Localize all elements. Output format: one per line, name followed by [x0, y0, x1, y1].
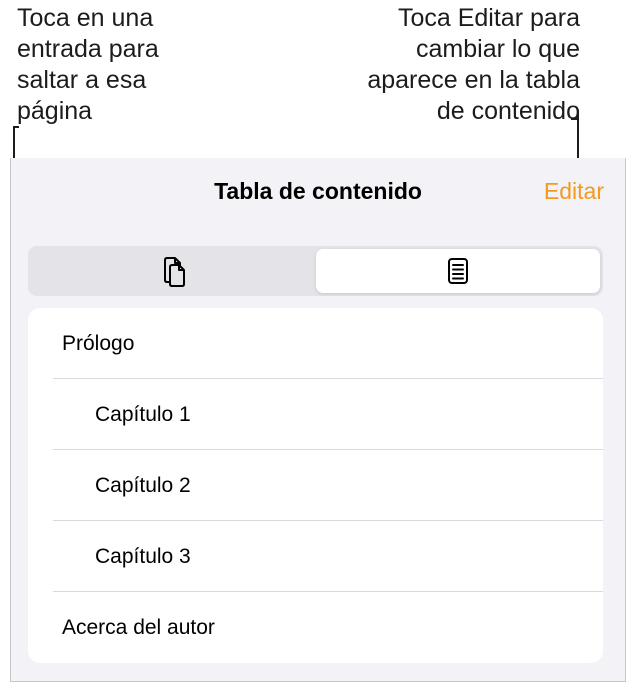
toc-entry-capitulo-1[interactable]: Capítulo 1: [28, 379, 603, 450]
callout-entry-tap: Toca en una entrada para saltar a esa pá…: [17, 3, 257, 127]
toc-panel: Tabla de contenido Editar Prólogo Capítu…: [10, 158, 626, 682]
callout-right-line-2: cambiar lo que: [416, 35, 580, 63]
table-of-contents-icon: [448, 258, 468, 284]
toc-entry-label: Capítulo 1: [95, 402, 191, 426]
toc-entry-acerca-del-autor[interactable]: Acerca del autor: [28, 592, 603, 663]
toc-entry-prologo[interactable]: Prólogo: [28, 308, 603, 379]
edit-button[interactable]: Editar: [544, 176, 604, 206]
callout-edit-tap: Toca Editar para cambiar lo que aparece …: [280, 3, 580, 127]
toc-entry-label: Capítulo 2: [95, 473, 191, 497]
callout-right-line-1: Toca Editar para: [397, 4, 580, 32]
toc-entry-label: Capítulo 3: [95, 544, 191, 568]
callout-right-line-4: de contenido: [436, 97, 580, 125]
page-thumbnails-icon: [164, 257, 185, 287]
toc-entry-label: Acerca del autor: [62, 615, 215, 639]
view-segmented-control: [28, 246, 603, 296]
callout-left-leader-tick: [13, 126, 19, 128]
callout-right-leader-tick: [571, 118, 579, 120]
panel-title: Tabla de contenido: [214, 178, 422, 204]
callout-left-line-3: saltar a esa: [17, 66, 147, 94]
callout-right-line-3: aparece en la tabla: [367, 66, 580, 94]
toc-entry-label: Prólogo: [62, 331, 135, 355]
callout-left-line-4: página: [17, 97, 93, 125]
callout-left-line-1: Toca en una: [17, 4, 154, 32]
toc-entry-capitulo-3[interactable]: Capítulo 3: [28, 521, 603, 592]
callout-left-line-2: entrada para: [17, 35, 159, 63]
segment-page-thumbnails[interactable]: [31, 249, 315, 293]
segment-table-of-contents[interactable]: [316, 249, 600, 293]
toc-entry-capitulo-2[interactable]: Capítulo 2: [28, 450, 603, 521]
toc-list: Prólogo Capítulo 1 Capítulo 2 Capítulo 3…: [28, 308, 603, 663]
